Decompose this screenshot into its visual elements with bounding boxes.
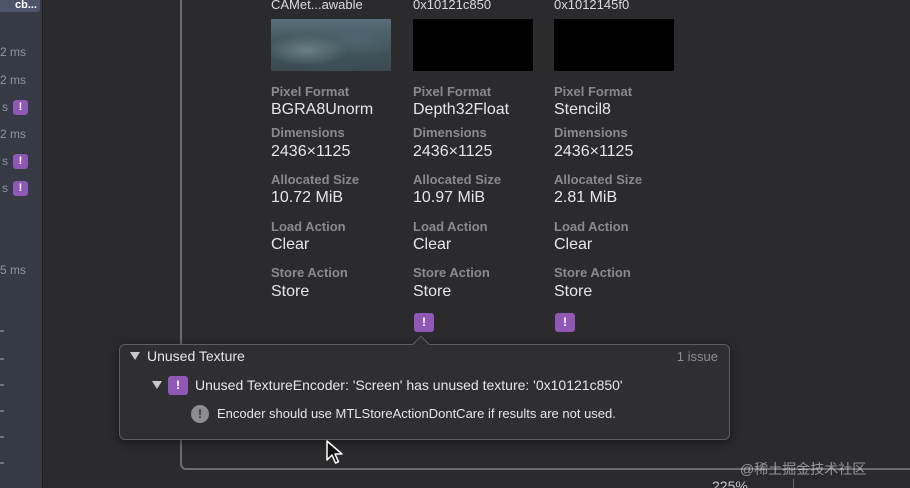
tree-connector — [0, 384, 4, 386]
issue-popover: Unused Texture 1 issue ! Unused TextureE… — [119, 335, 730, 440]
pixel-format-label: Pixel Format — [271, 84, 350, 99]
sidebar-row[interactable]: s ! — [0, 180, 42, 196]
issue-badge-icon[interactable]: ! — [13, 181, 28, 196]
issue-item[interactable]: ! Unused TextureEncoder: 'Screen' has un… — [120, 375, 729, 397]
allocated-size-value: 10.72 MiB — [271, 189, 344, 206]
pixel-format-value: BGRA8Unorm — [271, 101, 374, 118]
load-action-label: Load Action — [271, 219, 346, 234]
load-action-label: Load Action — [554, 219, 629, 234]
disclosure-triangle-down-icon[interactable] — [152, 381, 162, 389]
sidebar-row[interactable]: 5 ms — [0, 262, 42, 278]
sidebar-row-duration: 2 ms — [0, 45, 26, 59]
attachment-thumbnail[interactable] — [413, 19, 533, 71]
purple-exclamation-badge-icon: ! — [168, 376, 188, 395]
tree-connector — [0, 410, 4, 412]
attachment-thumbnail[interactable] — [554, 19, 674, 71]
issue-message: Unused TextureEncoder: 'Screen' has unus… — [195, 377, 623, 393]
dimensions-value: 2436×1125 — [413, 143, 493, 160]
load-action-value: Clear — [271, 236, 310, 253]
store-action-label: Store Action — [413, 265, 490, 280]
hint-message: Encoder should use MTLStoreActionDontCar… — [217, 406, 616, 421]
sidebar-row-duration: 5 ms — [0, 263, 26, 277]
watermark-text: @稀土掘金技术社区 — [740, 461, 867, 477]
issue-badge-icon[interactable]: ! — [555, 313, 575, 332]
pixel-format-value: Depth32Float — [413, 101, 510, 118]
attachment-title: CAMet...awable — [271, 0, 363, 12]
tree-connector — [0, 330, 4, 332]
attachment-thumbnail[interactable] — [271, 19, 391, 71]
sidebar-row-duration: 2 ms — [0, 127, 26, 141]
issue-badge-icon[interactable]: ! — [13, 154, 28, 169]
pixel-format-label: Pixel Format — [413, 84, 492, 99]
issue-badge-icon[interactable]: ! — [13, 100, 28, 115]
sidebar-row-duration: s — [2, 154, 8, 168]
load-action-value: Clear — [554, 236, 593, 253]
mouse-pointer-icon — [326, 440, 343, 464]
load-action-value: Clear — [413, 236, 452, 253]
store-action-value: Store — [271, 283, 310, 300]
tree-connector — [0, 436, 4, 438]
gray-exclamation-circle-icon: ! — [191, 405, 209, 423]
load-action-label: Load Action — [413, 219, 488, 234]
disclosure-triangle-down-icon[interactable] — [130, 352, 140, 360]
sidebar: cb... 2 ms 2 ms s ! 2 ms s ! s ! 5 ms — [0, 0, 43, 488]
allocated-size-label: Allocated Size — [271, 172, 360, 187]
sidebar-row[interactable]: 2 ms — [0, 44, 42, 60]
attachment-title: 0x10121c850 — [413, 0, 492, 12]
dimensions-value: 2436×1125 — [271, 143, 351, 160]
issue-badge-icon[interactable]: ! — [414, 313, 434, 332]
dimensions-value: 2436×1125 — [554, 143, 634, 160]
store-action-value: Store — [413, 283, 452, 300]
allocated-size-value: 2.81 MiB — [554, 189, 618, 206]
sidebar-row-duration: s — [2, 181, 8, 195]
sidebar-selected-item[interactable]: cb... — [0, 0, 40, 12]
sidebar-row-duration: s — [2, 100, 8, 114]
store-action-value: Store — [554, 283, 593, 300]
tree-connector — [0, 462, 4, 464]
dimensions-label: Dimensions — [554, 125, 628, 140]
tree-connector — [0, 358, 4, 360]
status-divider — [793, 479, 794, 488]
sidebar-row[interactable]: 2 ms — [0, 126, 42, 142]
allocated-size-label: Allocated Size — [554, 172, 643, 187]
dimensions-label: Dimensions — [413, 125, 487, 140]
sidebar-row-duration: 2 ms — [0, 73, 26, 87]
zoom-level[interactable]: 225% — [712, 479, 748, 488]
pixel-format-value: Stencil8 — [554, 101, 611, 118]
pixel-format-label: Pixel Format — [554, 84, 633, 99]
sidebar-row[interactable]: s ! — [0, 99, 42, 115]
sidebar-row[interactable]: s ! — [0, 153, 42, 169]
dimensions-label: Dimensions — [271, 125, 345, 140]
attachment-title: 0x1012145f0 — [554, 0, 630, 12]
allocated-size-label: Allocated Size — [413, 172, 502, 187]
issue-count: 1 issue — [676, 349, 718, 364]
sidebar-row[interactable]: 2 ms — [0, 72, 42, 88]
issue-hint[interactable]: ! Encoder should use MTLStoreActionDontC… — [120, 405, 729, 425]
issue-group-header[interactable]: Unused Texture 1 issue — [120, 345, 729, 367]
issue-group-title: Unused Texture — [147, 348, 245, 364]
allocated-size-value: 10.97 MiB — [413, 189, 486, 206]
store-action-label: Store Action — [271, 265, 348, 280]
store-action-label: Store Action — [554, 265, 631, 280]
